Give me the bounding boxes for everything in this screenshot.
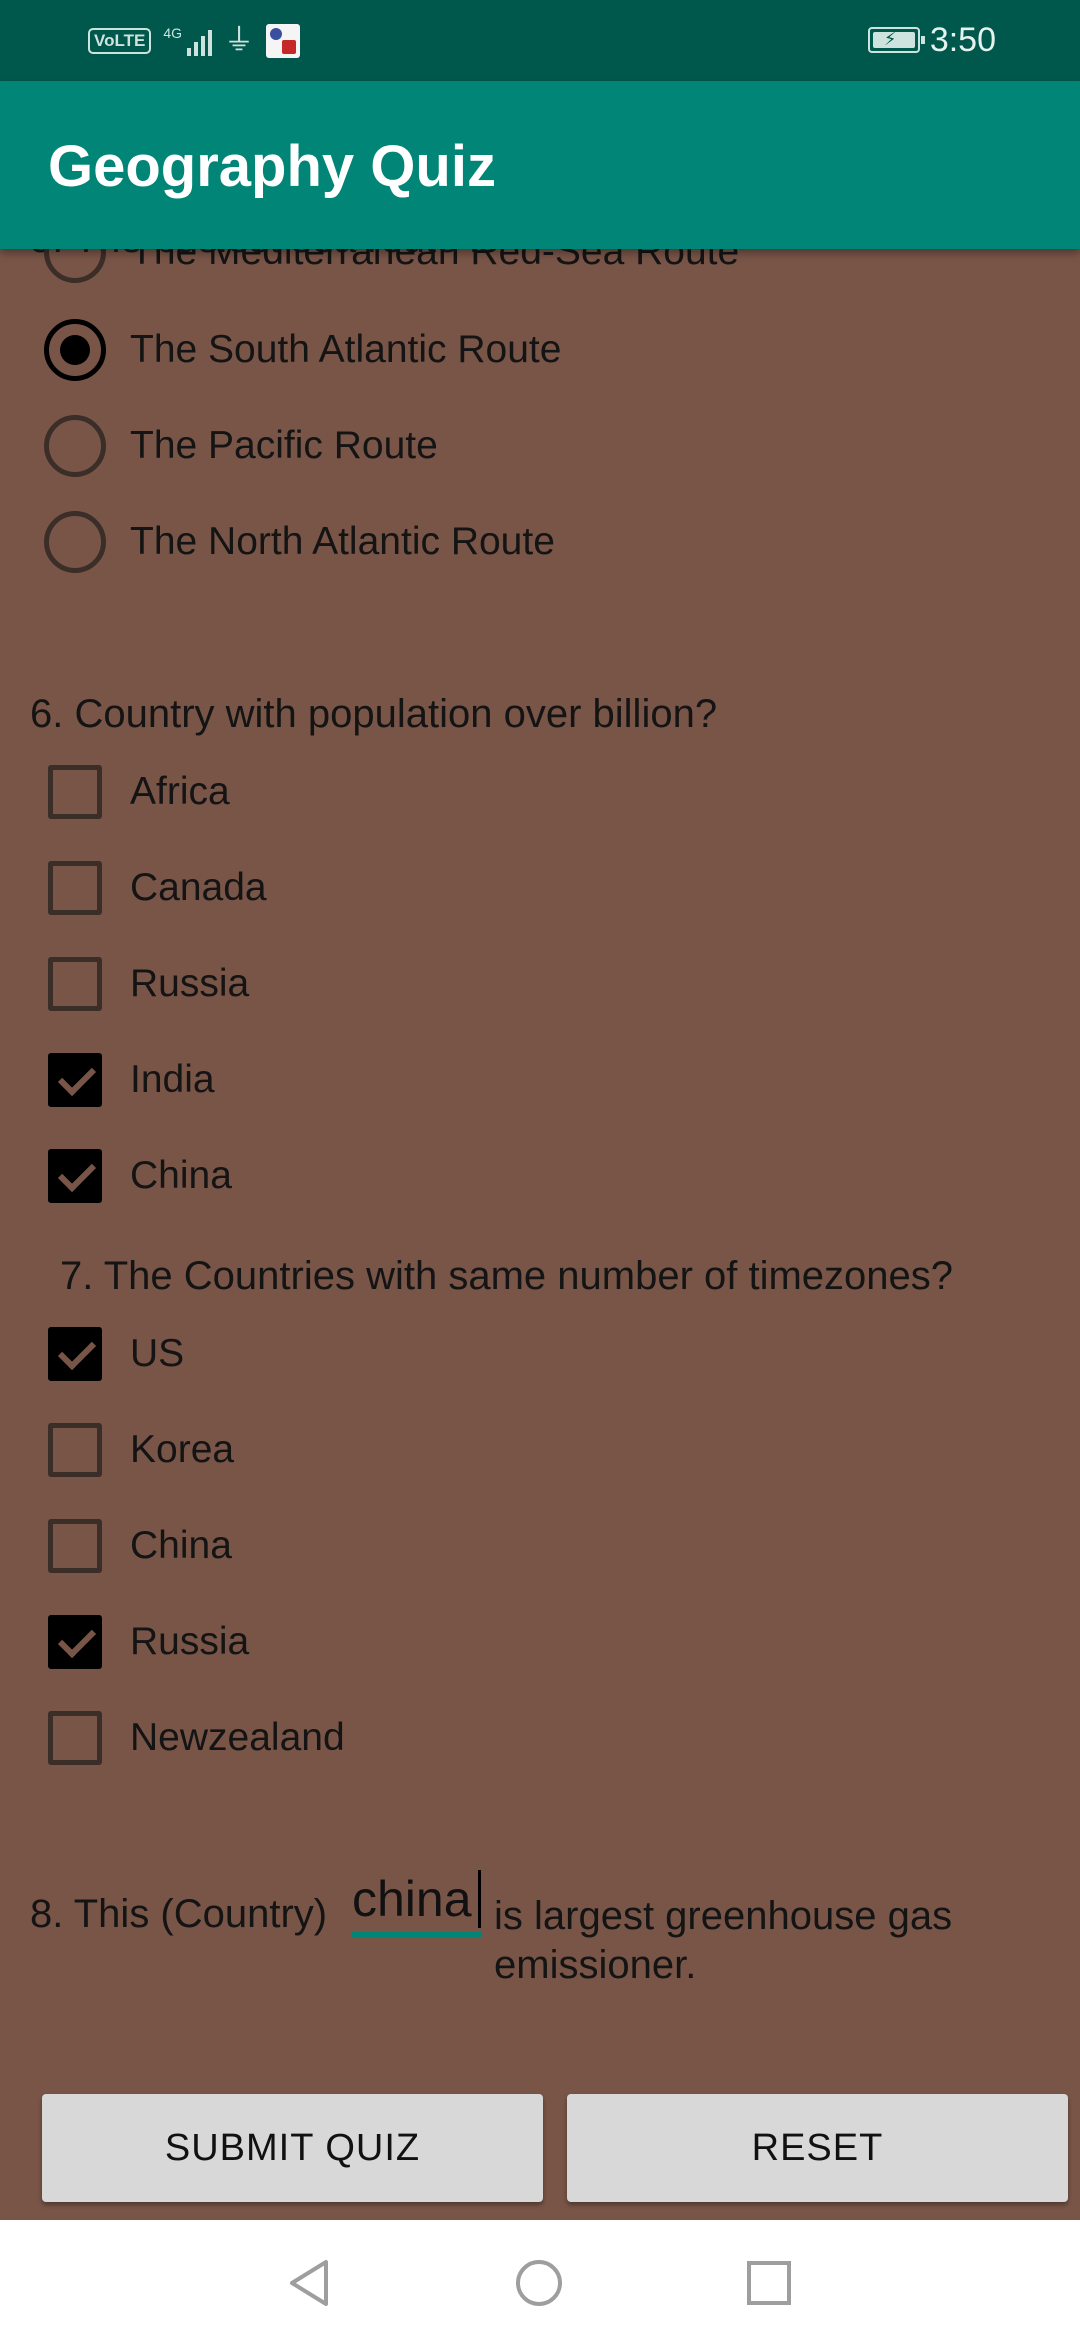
status-icons-right: ⚡ 3:50 [867,18,996,62]
question-6-text: 6. Country with population over billion? [30,692,718,736]
q7-option-russia[interactable]: Russia [44,1607,249,1677]
input-underline [352,1932,482,1937]
notification-app-icon [266,24,300,58]
q6-option-russia[interactable]: Russia [44,949,249,1019]
q5-option-south-atlantic[interactable]: The South Atlantic Route [44,315,561,385]
option-label: The Mediterranean Red-Sea Route [130,249,740,273]
app-bar: Geography Quiz [0,81,1080,249]
option-label: Russia [130,962,250,1005]
checkbox[interactable] [48,1423,102,1477]
status-time: 3:50 [929,20,996,59]
q7-option-us[interactable]: US [44,1319,184,1389]
radio-button-selected[interactable] [44,319,106,381]
option-label: China [130,1524,232,1567]
q5-option-mediterranean[interactable]: The Mediterranean Red-Sea Route [44,249,739,287]
q7-option-korea[interactable]: Korea [44,1415,234,1485]
question-8-prefix: 8. This (Country) [30,1892,328,1936]
q7-option-newzealand[interactable]: Newzealand [44,1703,345,1773]
option-label: India [130,1058,215,1101]
checkbox[interactable] [48,861,102,915]
q5-option-pacific[interactable]: The Pacific Route [44,411,438,481]
reset-button[interactable]: RESET [567,2094,1068,2202]
battery-charging-icon: ⚡ [867,27,925,53]
quiz-scroll-content[interactable]: 5. The busiest sea route is The Mediterr… [0,249,1080,2220]
country-answer-input[interactable] [352,1870,482,1928]
checkbox[interactable] [48,1711,102,1765]
q6-option-africa[interactable]: Africa [44,757,230,827]
q6-option-china[interactable]: China [44,1141,232,1211]
status-bar: VoLTE 4G ⏚ ⚡ 3:50 [0,0,1080,81]
app-title: Geography Quiz [48,134,496,199]
option-label: The Pacific Route [130,424,438,467]
volte-icon: VoLTE [88,28,152,54]
option-label: China [130,1154,232,1197]
radio-button[interactable] [44,249,106,283]
signal-icon: 4G [163,26,212,56]
checkbox-checked[interactable] [48,1615,102,1669]
usb-icon: ⏚ [224,24,254,57]
submit-quiz-button[interactable]: SUBMIT QUIZ [42,2094,543,2202]
status-icons-left: VoLTE 4G ⏚ [88,20,300,62]
question-8-suffix: is largest greenhouse gas emissioner. [494,1894,953,1987]
back-icon[interactable] [286,2258,336,2308]
option-label: Russia [130,1620,250,1663]
checkbox[interactable] [48,957,102,1011]
text-cursor [478,1870,481,1928]
option-label: Africa [130,770,230,813]
country-answer-field[interactable] [352,1870,482,1937]
q6-option-canada[interactable]: Canada [44,853,267,923]
radio-button[interactable] [44,415,106,477]
home-icon[interactable] [514,2258,564,2308]
option-label: US [130,1332,185,1375]
checkbox[interactable] [48,765,102,819]
q5-option-north-atlantic[interactable]: The North Atlantic Route [44,507,555,577]
checkbox-checked[interactable] [48,1149,102,1203]
q6-option-india[interactable]: India [44,1045,215,1115]
network-type-label: 4G [163,25,182,41]
checkbox-checked[interactable] [48,1327,102,1381]
recent-apps-icon[interactable] [744,2258,794,2308]
radio-button[interactable] [44,511,106,573]
option-label: Korea [130,1428,235,1471]
option-label: Newzealand [130,1716,345,1759]
checkbox-checked[interactable] [48,1053,102,1107]
question-7-text: 7. The Countries with same number of tim… [60,1254,954,1298]
option-label: The North Atlantic Route [130,520,555,563]
option-label: The South Atlantic Route [130,328,562,371]
q7-option-china[interactable]: China [44,1511,232,1581]
checkbox[interactable] [48,1519,102,1573]
option-label: Canada [130,866,267,909]
navigation-bar [0,2220,1080,2340]
